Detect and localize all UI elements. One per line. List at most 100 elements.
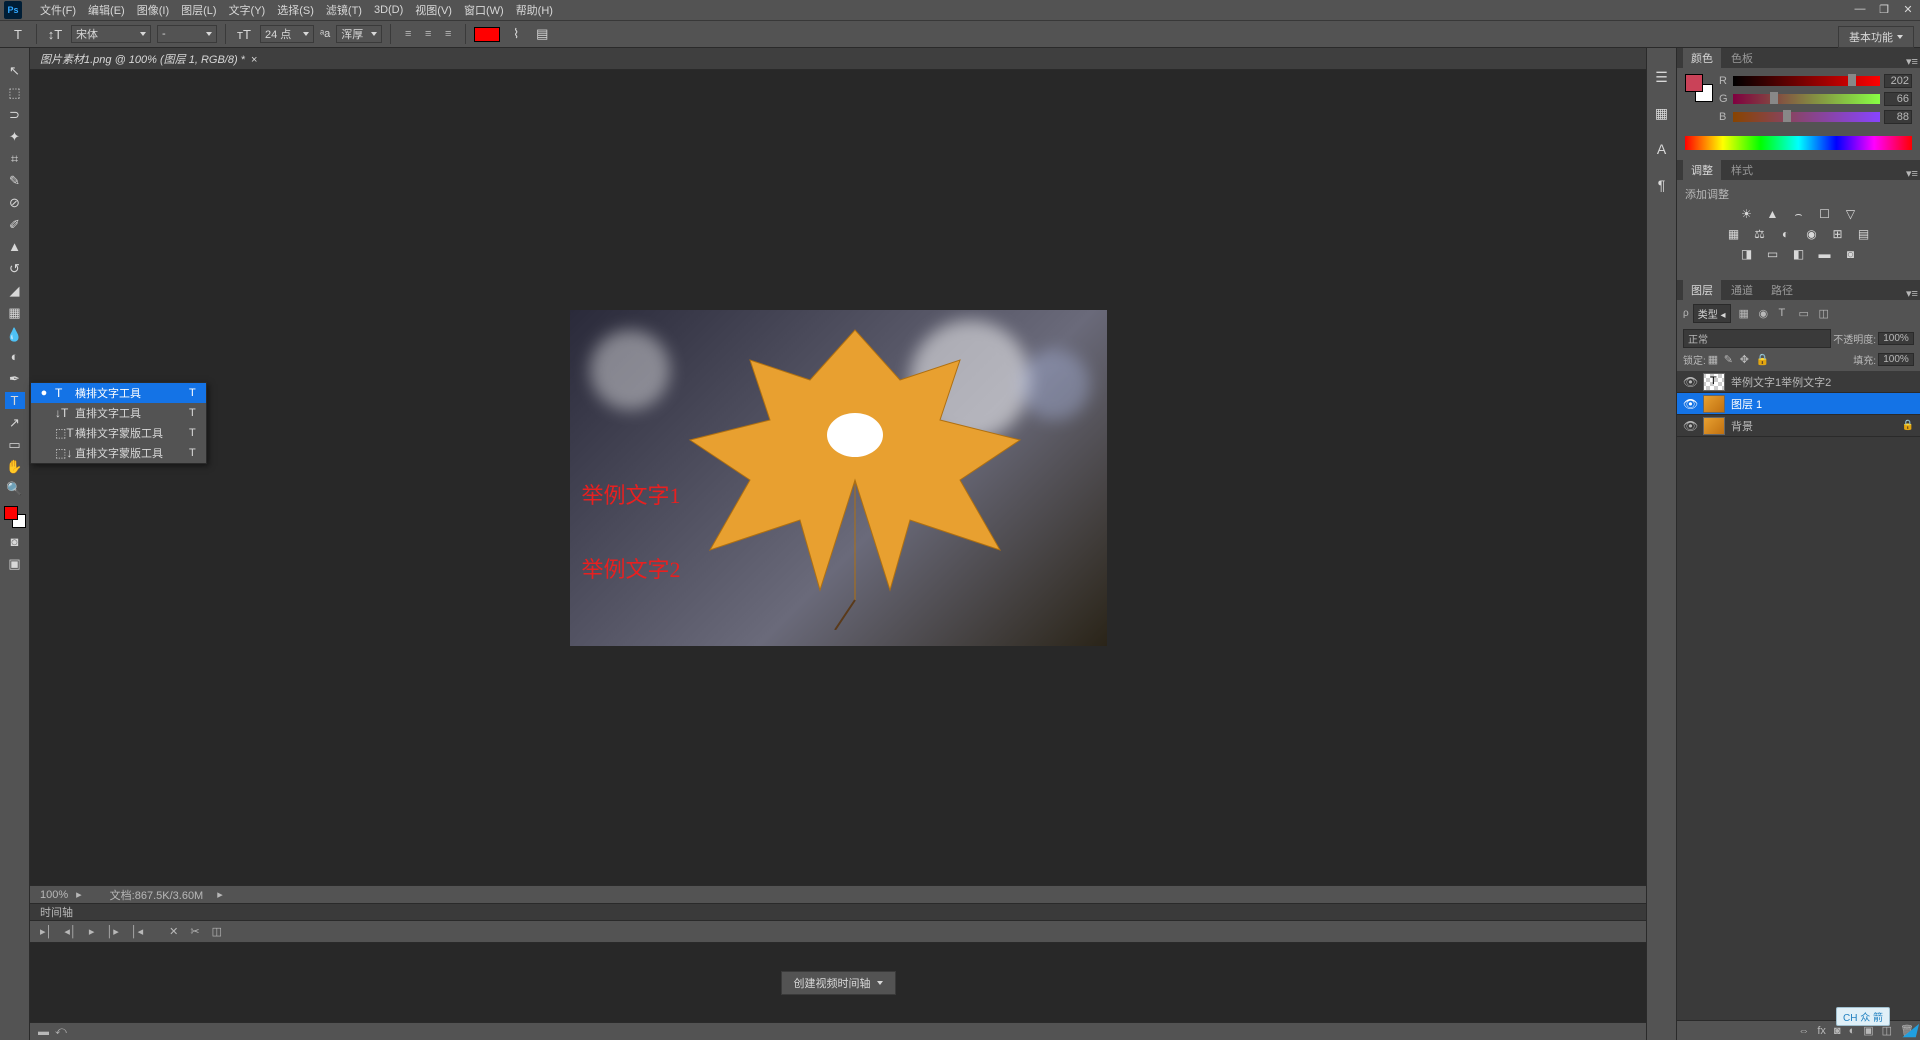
next-frame-button[interactable]: │▸ — [106, 925, 118, 938]
swatches-tab[interactable]: 色板 — [1723, 48, 1761, 68]
timeline-zoom-out-icon[interactable]: ▬ — [38, 1026, 49, 1038]
lock-transparent-icon[interactable]: ▦ — [1708, 353, 1722, 367]
swatches-panel-icon[interactable]: ▦ — [1653, 104, 1671, 122]
bw-icon[interactable]: ◐ — [1778, 226, 1794, 242]
paths-tab[interactable]: 路径 — [1763, 280, 1801, 300]
toggle-panels-button[interactable]: ▤ — [532, 24, 552, 44]
ime-indicator[interactable]: CH 众 箭 — [1836, 1007, 1890, 1026]
warp-text-button[interactable]: ⌇ — [506, 24, 526, 44]
arrow-icon[interactable]: ▸ — [76, 888, 82, 901]
layer-item-background[interactable]: 👁 背景 🔒 — [1677, 415, 1920, 437]
filter-shape-icon[interactable]: ▭ — [1799, 307, 1813, 321]
crop-tool[interactable]: ⌗ — [5, 150, 25, 167]
path-selection-tool[interactable]: ↗ — [5, 414, 25, 431]
move-tool[interactable]: ↖ — [5, 62, 25, 79]
lasso-tool[interactable]: ⊃ — [5, 106, 25, 123]
filter-pixel-icon[interactable]: ▦ — [1739, 307, 1753, 321]
font-family-select[interactable]: 宋体 — [71, 25, 151, 43]
close-tab-icon[interactable]: × — [251, 54, 257, 66]
paragraph-panel-icon[interactable]: ¶ — [1653, 176, 1671, 194]
zoom-tool[interactable]: 🔍 — [5, 480, 25, 497]
transition-icon[interactable]: ◫ — [212, 925, 222, 938]
color-spectrum[interactable] — [1685, 136, 1912, 150]
quick-mask-button[interactable]: ◙ — [5, 533, 25, 550]
layer-item-text[interactable]: 👁 举例文字1举例文字2 — [1677, 371, 1920, 393]
canvas[interactable]: 举例文字1 举例文字2 — [30, 70, 1646, 885]
font-size-select[interactable]: 24 点 — [260, 25, 314, 43]
menu-view[interactable]: 视图(V) — [409, 2, 458, 18]
rectangle-tool[interactable]: ▭ — [5, 436, 25, 453]
channels-tab[interactable]: 通道 — [1723, 280, 1761, 300]
color-tab[interactable]: 颜色 — [1683, 48, 1721, 68]
zoom-value[interactable]: 100% — [40, 889, 68, 901]
visibility-icon[interactable]: 👁 — [1683, 375, 1697, 389]
visibility-icon[interactable]: 👁 — [1683, 419, 1697, 433]
tool-preset-icon[interactable]: T — [8, 24, 28, 44]
align-left-button[interactable]: ≡ — [399, 25, 417, 43]
color-preview[interactable] — [1685, 74, 1711, 104]
workspace-switcher[interactable]: 基本功能 — [1838, 26, 1914, 48]
color-swatches[interactable] — [4, 506, 26, 528]
prev-frame-button[interactable]: ◂│ — [64, 925, 76, 938]
styles-tab[interactable]: 样式 — [1723, 160, 1761, 180]
dodge-tool[interactable]: ◐ — [5, 348, 25, 365]
maximize-button[interactable]: ❐ — [1872, 0, 1896, 18]
blur-tool[interactable]: 💧 — [5, 326, 25, 343]
hand-tool[interactable]: ✋ — [5, 458, 25, 475]
menu-3d[interactable]: 3D(D) — [368, 4, 409, 16]
arrow-icon[interactable]: ▸ — [217, 888, 223, 901]
lock-position-icon[interactable]: ✥ — [1740, 353, 1754, 367]
orientation-toggle[interactable]: ↕T — [45, 24, 65, 44]
history-brush-tool[interactable]: ↺ — [5, 260, 25, 277]
curves-icon[interactable]: ⌢ — [1791, 206, 1807, 222]
menu-edit[interactable]: 编辑(E) — [82, 2, 131, 18]
vibrance-icon[interactable]: ▽ — [1843, 206, 1859, 222]
layer-item-layer1[interactable]: 👁 图层 1 — [1677, 393, 1920, 415]
link-layers-icon[interactable]: ⇔ — [1798, 1025, 1809, 1037]
horizontal-type-mask-tool-item[interactable]: ⬚T 横排文字蒙版工具 T — [31, 423, 206, 443]
eraser-tool[interactable]: ◢ — [5, 282, 25, 299]
posterize-icon[interactable]: ▭ — [1765, 246, 1781, 262]
play-button[interactable]: ▸ — [89, 925, 95, 938]
selective-color-icon[interactable]: ◙ — [1843, 246, 1859, 262]
gradient-tool[interactable]: ▦ — [5, 304, 25, 321]
fill-input[interactable]: 100% — [1878, 353, 1914, 366]
menu-layer[interactable]: 图层(L) — [175, 2, 222, 18]
new-adjustment-icon[interactable]: ◐ — [1849, 1025, 1856, 1037]
pen-tool[interactable]: ✒ — [5, 370, 25, 387]
magic-wand-tool[interactable]: ✦ — [5, 128, 25, 145]
mute-button[interactable]: ✕ — [169, 925, 178, 938]
menu-filter[interactable]: 滤镜(T) — [320, 2, 368, 18]
menu-help[interactable]: 帮助(H) — [510, 2, 559, 18]
timeline-convert-icon[interactable]: ⤺ — [55, 1025, 67, 1038]
history-panel-icon[interactable]: ☰ — [1653, 68, 1671, 86]
adjustments-tab[interactable]: 调整 — [1683, 160, 1721, 180]
antialias-select[interactable]: 浑厚 — [336, 25, 382, 43]
lock-all-icon[interactable]: 🔒 — [1756, 353, 1770, 367]
menu-file[interactable]: 文件(F) — [34, 2, 82, 18]
panel-menu-icon[interactable]: ▾≡ — [1904, 55, 1920, 68]
foreground-color-swatch[interactable] — [4, 506, 18, 520]
vertical-type-tool-item[interactable]: ↓T 直排文字工具 T — [31, 403, 206, 423]
levels-icon[interactable]: ▲ — [1765, 206, 1781, 222]
layer-thumbnail[interactable] — [1703, 395, 1725, 413]
menu-select[interactable]: 选择(S) — [271, 2, 320, 18]
layer-thumbnail[interactable] — [1703, 417, 1725, 435]
green-slider[interactable]: G66 — [1719, 92, 1912, 106]
filter-smart-icon[interactable]: ◫ — [1819, 307, 1833, 321]
layer-filter-select[interactable]: 类型 ◂ — [1693, 304, 1731, 323]
photo-filter-icon[interactable]: ◉ — [1804, 226, 1820, 242]
color-lookup-icon[interactable]: ▤ — [1856, 226, 1872, 242]
filter-adjust-icon[interactable]: ◉ — [1759, 307, 1773, 321]
layer-thumbnail[interactable] — [1703, 373, 1725, 391]
menu-type[interactable]: 文字(Y) — [223, 2, 272, 18]
canvas-text-1[interactable]: 举例文字1 — [582, 478, 681, 510]
stamp-tool[interactable]: ▲ — [5, 238, 25, 255]
text-color-swatch[interactable] — [474, 27, 500, 42]
screen-mode-button[interactable]: ▣ — [5, 555, 25, 572]
menu-window[interactable]: 窗口(W) — [458, 2, 510, 18]
brightness-icon[interactable]: ☀ — [1739, 206, 1755, 222]
panel-menu-icon[interactable]: ▾≡ — [1904, 287, 1920, 300]
hue-sat-icon[interactable]: ▦ — [1726, 226, 1742, 242]
go-to-last-frame-button[interactable]: │◂ — [131, 925, 143, 938]
